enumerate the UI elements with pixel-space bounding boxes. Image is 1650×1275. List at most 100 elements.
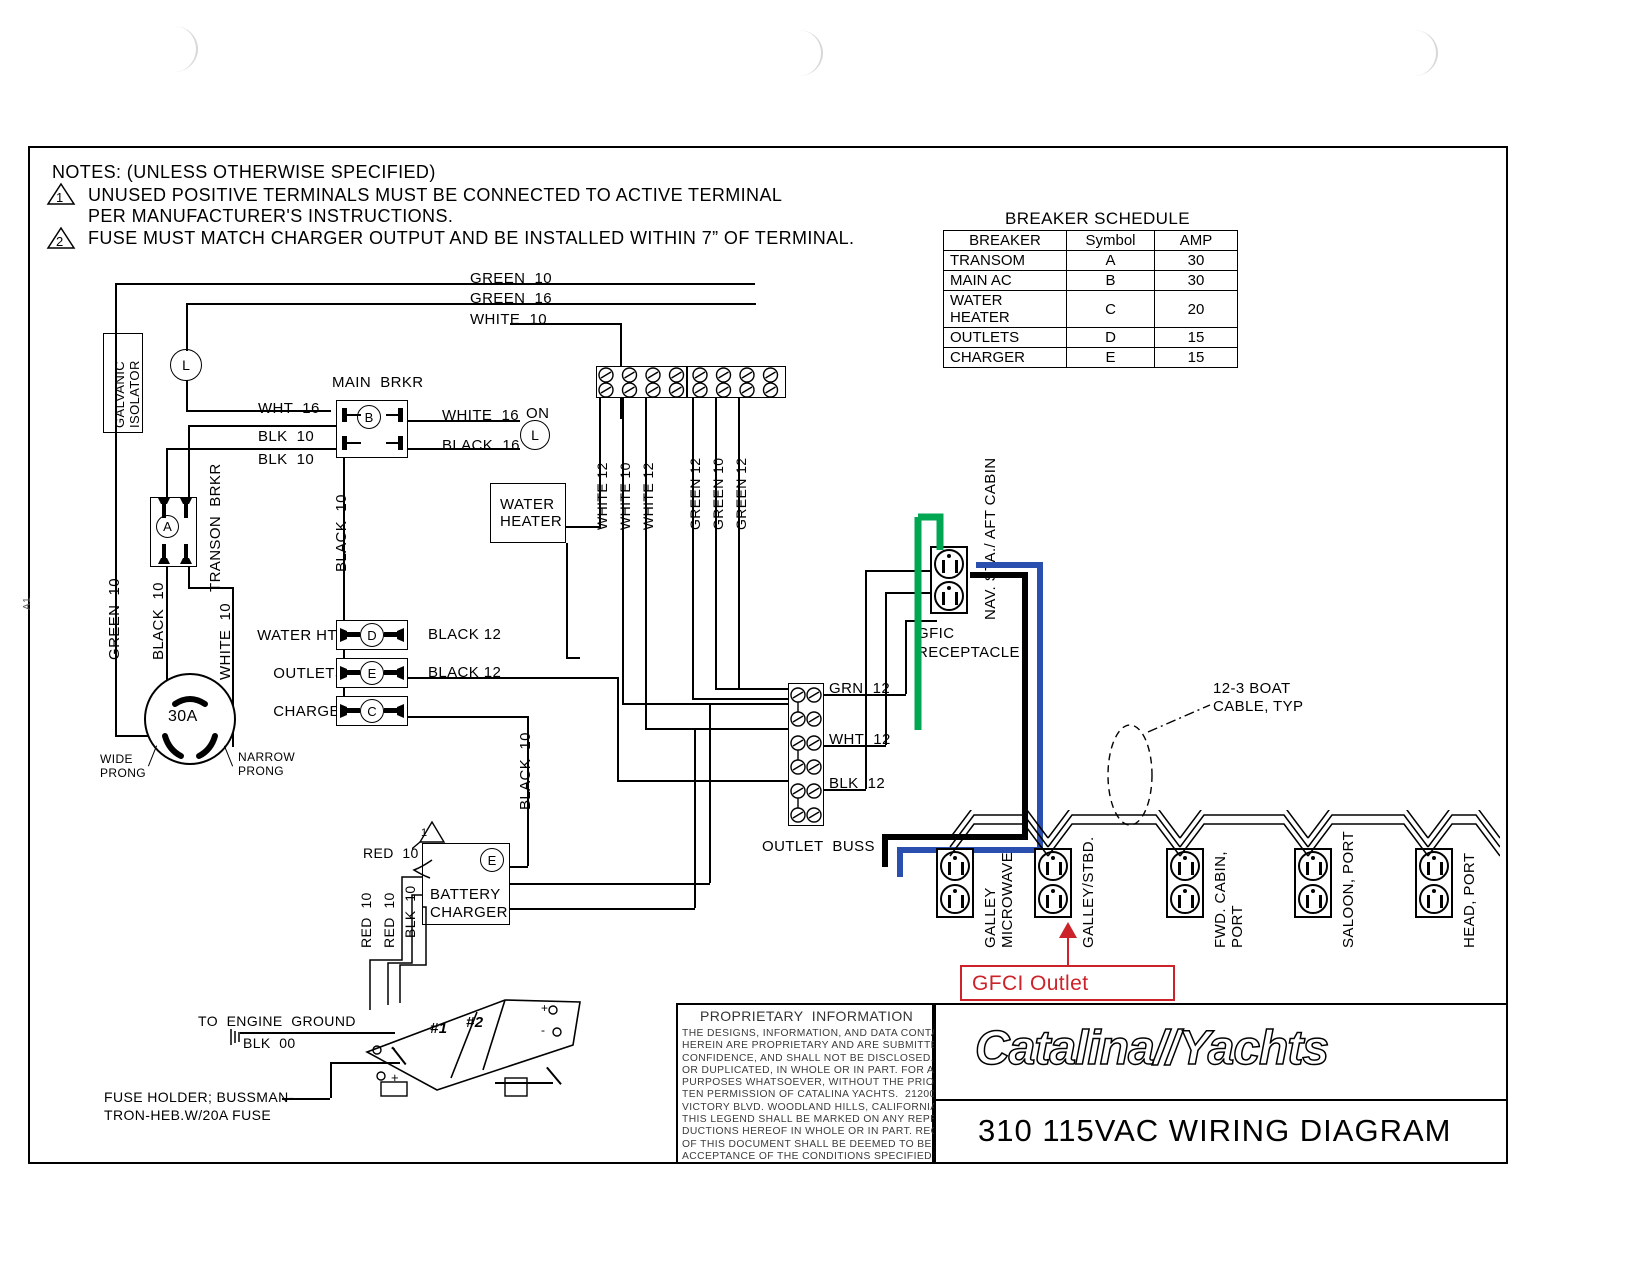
wire-outlets-to-buss-h xyxy=(408,677,618,679)
outlet-chain-wiring xyxy=(949,810,1500,857)
outlet-slot-left xyxy=(948,895,951,908)
branch-breaker-label: WATER HTR xyxy=(257,627,349,644)
wire-outlets-buss-in xyxy=(617,780,789,782)
label-green16-top: GREEN 16 xyxy=(470,290,552,307)
narrow-prong-label: NARROW PRONG xyxy=(238,750,296,778)
drawing-title: 310 115VAC WIRING DIAGRAM xyxy=(978,1113,1452,1148)
breaker-amp: 30 xyxy=(1154,250,1238,271)
terminal-strip-divider xyxy=(686,366,689,398)
gfci-annotation-arrow-icon xyxy=(1059,922,1077,938)
wire-green10-buss xyxy=(715,398,717,688)
battery-2-label: #2 xyxy=(466,1014,484,1031)
breaker-name: MAIN AC xyxy=(943,270,1067,291)
wire-green-to-buss xyxy=(715,688,789,690)
wire-green10-top xyxy=(115,283,755,285)
breaker-amp: 15 xyxy=(1154,327,1238,348)
breaker-schedule-row: OUTLETS D 15 xyxy=(943,327,1238,348)
svg-text:+: + xyxy=(541,1001,548,1015)
label-green10-top: GREEN 10 xyxy=(470,270,552,287)
fuse-holder-leader-h xyxy=(282,1098,330,1100)
terminal-main-stub-1 xyxy=(347,414,361,416)
outlet-ground-dot xyxy=(1311,889,1315,893)
col-amp: AMP xyxy=(1154,230,1238,251)
note-2-text: FUSE MUST MATCH CHARGER OUTPUT AND BE IN… xyxy=(88,228,855,248)
breaker-symbol: A xyxy=(1066,250,1155,271)
terminal-main-stub-2 xyxy=(347,442,361,444)
col-breaker: BREAKER xyxy=(943,230,1067,251)
wire-buss-blk-up xyxy=(865,570,867,789)
svg-text:-: - xyxy=(541,1023,545,1037)
wiring-diagram-sheet: A1 NOTES: (UNLESS OTHERWISE SPECIFIED) U… xyxy=(0,0,1650,1275)
wire-buss-wht-out xyxy=(824,745,886,747)
outlet-slot-left xyxy=(1427,895,1430,908)
label-blk10-a: BLK 10 xyxy=(258,428,315,445)
gfci-outlet-annotation-text: GFCI Outlet xyxy=(972,972,1089,995)
wire-outlets-to-buss-v xyxy=(617,677,619,780)
wire-blk10-drop-a xyxy=(188,425,190,497)
outlet-buss-label: OUTLET BUSS xyxy=(762,838,875,855)
wire-white10-down-a xyxy=(188,567,190,588)
wire-buss-blk-out xyxy=(824,789,866,791)
wire-blk10-in-b xyxy=(166,448,336,450)
label-green12-a: GREEN 12 xyxy=(687,457,703,530)
note-1-callout-number: 1 xyxy=(421,827,428,839)
wire-charger-out-1-up xyxy=(709,703,711,883)
breaker-name: TRANSOM xyxy=(943,250,1067,271)
wire-blk10-in-a xyxy=(188,425,336,427)
main-brkr-label: MAIN BRKR xyxy=(332,374,424,391)
breaker-schedule-table: BREAKER Symbol AMP TRANSOM A 30 MAIN AC B 30 W… xyxy=(943,230,1238,368)
main-breaker-symbol-letter: B xyxy=(364,409,374,425)
punch-hole-2 xyxy=(775,30,823,76)
fuse-holder-label: FUSE HOLDER; BUSSMAN- TRON-HEB.W/20A FUS… xyxy=(104,1089,294,1123)
terminal-main-stub-3 xyxy=(386,414,399,416)
outlet-slot-right xyxy=(1319,895,1322,908)
wire-white10-to-buss xyxy=(622,703,789,705)
blk00-label: BLK 00 xyxy=(243,1035,296,1051)
notes-header: NOTES: (UNLESS OTHERWISE SPECIFIED) xyxy=(52,162,436,182)
proprietary-info-title: PROPRIETARY INFORMATION xyxy=(700,1008,914,1024)
label-green12-b: GREEN 12 xyxy=(733,457,749,530)
label-white12-b: WHITE 12 xyxy=(640,462,656,530)
outlet-slot-right xyxy=(1440,895,1443,908)
wire-engine-ground xyxy=(240,1032,395,1034)
breaker-symbol: D xyxy=(1066,327,1155,348)
branch-breaker-label: OUTLETS xyxy=(273,665,346,682)
breaker-schedule-row: MAIN AC B 30 xyxy=(943,270,1238,291)
main-breaker-symbol-b: B xyxy=(357,405,381,429)
outlet-slot-left xyxy=(1046,895,1049,908)
wire-green16-drop-b xyxy=(186,380,188,411)
water-heater-label: WATER HEATER xyxy=(500,496,563,530)
transon-brkr-label: TRANSON BRKR xyxy=(207,463,224,592)
wire-wh-out xyxy=(566,657,580,659)
wire-green12-b xyxy=(738,398,740,688)
branch-breaker-terminals-icon xyxy=(340,666,404,680)
branch-breaker-terminals-icon xyxy=(340,704,404,718)
title-block-divider xyxy=(936,1099,1506,1101)
label-black10-charger: BLACK 10 xyxy=(517,732,534,810)
wide-prong-label: WIDE PRONG xyxy=(100,752,147,780)
label-white10-top: WHITE 10 xyxy=(470,311,547,328)
wire-green12a-to-buss xyxy=(692,698,789,700)
wire-white10-buss xyxy=(622,398,624,703)
note-1-number: 1 xyxy=(56,190,64,205)
wire-green12-a xyxy=(692,398,694,698)
isolator-lamp-letter: L xyxy=(182,357,190,373)
breaker-schedule-header-row: BREAKER Symbol AMP xyxy=(943,230,1238,251)
wire-white16-out xyxy=(408,420,520,422)
col-symbol: Symbol xyxy=(1066,230,1155,251)
battery-1-label: #1 xyxy=(430,1020,448,1037)
plug-rating-label: 30A xyxy=(168,708,198,725)
wire-white12b-to-buss xyxy=(645,728,789,730)
note-1-text-cont: PER MANUFACTURER'S INSTRUCTIONS. xyxy=(88,206,454,226)
punch-hole-3 xyxy=(1390,30,1438,76)
ground-symbol-icon xyxy=(230,1029,240,1045)
fuse-box-leader xyxy=(495,1082,553,1084)
breaker-symbol: B xyxy=(1066,270,1155,291)
wire-green10-drop xyxy=(115,283,117,335)
breaker-schedule-row: CHARGER E 15 xyxy=(943,347,1238,368)
wire-green16-drop-a xyxy=(186,303,188,351)
breaker-amp: 15 xyxy=(1154,347,1238,368)
breaker-amp: 20 xyxy=(1154,290,1238,328)
outlet-slot-right xyxy=(1059,895,1062,908)
label-green10-buss: GREEN 10 xyxy=(710,457,726,530)
